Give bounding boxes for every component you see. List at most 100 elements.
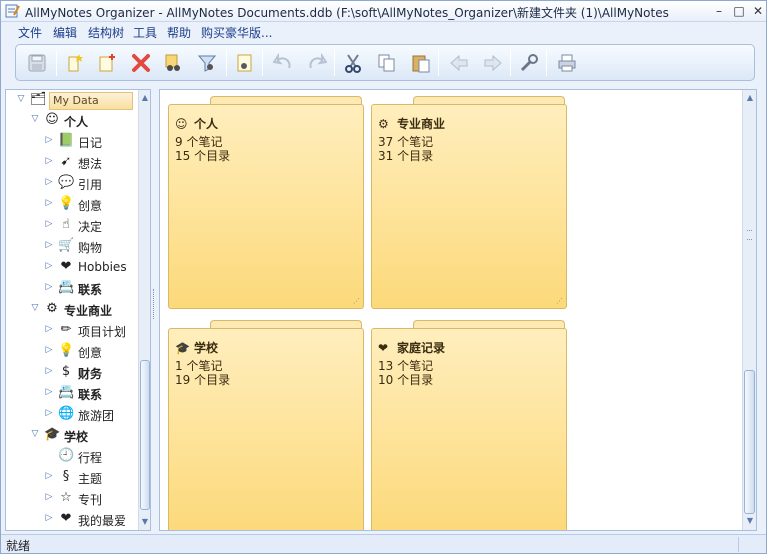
tree-item[interactable]: ▷ ❤ 我的最爱 — [6, 509, 136, 529]
tree-item[interactable]: ▷ ❤ Hobbies — [6, 257, 136, 277]
forward-button[interactable] — [480, 50, 506, 76]
expand-icon[interactable]: ▷ — [44, 471, 54, 481]
expand-icon[interactable]: ▷ — [44, 387, 54, 397]
heart-icon: ❤ — [378, 341, 389, 355]
panel-splitter[interactable] — [152, 89, 158, 531]
tree-item[interactable]: ▷ ➹ 想法 — [6, 152, 136, 172]
tree-item[interactable]: ▽ ☺ 个人 — [6, 110, 136, 130]
print-button[interactable] — [554, 50, 580, 76]
paste-button[interactable] — [408, 50, 434, 76]
folder-body[interactable]: 🎓 学校 1 个笔记 19 个目录 — [168, 328, 364, 530]
tree-item[interactable]: ▷ ☆ 专刊 — [6, 488, 136, 508]
tree-item[interactable]: ▷ 💬 引用 — [6, 173, 136, 193]
menu-edit[interactable]: 编辑 — [53, 24, 77, 41]
expand-icon[interactable]: ▷ — [44, 219, 54, 229]
collapse-icon[interactable]: ▽ — [16, 94, 26, 104]
scroll-down-icon[interactable]: ▼ — [745, 516, 755, 526]
folder-card[interactable]: ☺ 个人 9 个笔记 15 个目录 ⋰ — [168, 96, 364, 309]
menu-help[interactable]: 帮助 — [167, 24, 191, 41]
tree-item[interactable]: ▷ 🌐 旅游团 — [6, 404, 136, 424]
splitter-grip[interactable] — [153, 289, 156, 319]
page-search-button[interactable] — [232, 50, 258, 76]
new-page-button[interactable] — [94, 50, 120, 76]
menu-buy-deluxe[interactable]: 购买豪华版... — [201, 24, 272, 41]
tree-item[interactable]: ▷ 💡 创意 — [6, 194, 136, 214]
toolbar-separator — [56, 50, 57, 76]
filter-button[interactable] — [194, 50, 220, 76]
expand-icon[interactable]: ▷ — [44, 261, 54, 271]
tree-root[interactable]: ▽ 🗂 My Data — [6, 90, 136, 110]
tree-item[interactable]: ▷ ✏ 项目计划 — [6, 320, 136, 340]
tree-item[interactable]: ▷ ☝ 决定 — [6, 215, 136, 235]
scroll-up-icon[interactable]: ▲ — [745, 93, 755, 103]
tree-item[interactable]: ▽ 🎓 学校 — [6, 425, 136, 445]
cut-button[interactable] — [340, 50, 366, 76]
paste-icon — [412, 55, 430, 73]
business-icon: ⚙ — [46, 301, 58, 316]
scroll-down-icon[interactable]: ▼ — [140, 517, 150, 527]
collapse-icon[interactable]: ▽ — [30, 429, 40, 439]
expand-icon[interactable]: ▷ — [44, 345, 54, 355]
back-button[interactable] — [446, 50, 472, 76]
find-button[interactable] — [160, 50, 186, 76]
folder-body[interactable]: ❤ 家庭记录 13 个笔记 10 个目录 — [371, 328, 567, 530]
maximize-button[interactable]: □ — [731, 4, 747, 18]
expand-icon[interactable]: ▷ — [44, 324, 54, 334]
menu-tree[interactable]: 结构树 — [88, 24, 124, 41]
expand-icon[interactable]: ▷ — [44, 135, 54, 145]
tree-item[interactable]: ▽ ⚙ 专业商业 — [6, 299, 136, 319]
expand-icon[interactable]: ▷ — [44, 408, 54, 418]
save-button[interactable] — [24, 50, 50, 76]
content-scrollbar[interactable]: ▲ ▼ — [742, 90, 756, 530]
tree-panel[interactable]: ▽ 🗂 My Data ▽ ☺ 个人 ▷ 📗 日记 ▷ ➹ 想法 ▷ 💬 引用 ▷ 💡 创意 ▷ ☝ 决定 ▷ 🛒 购物… — [5, 89, 151, 531]
redo-button[interactable] — [304, 50, 330, 76]
tree-scrollbar[interactable]: ▲ ▼ — [138, 90, 150, 530]
content-panel: ☺ 个人 9 个笔记 15 个目录 ⋰ ⚙ 专业商业 37 个笔记 31 个目录 ⋰… — [159, 89, 757, 531]
close-button[interactable]: ✕ — [750, 4, 766, 18]
delete-button[interactable] — [128, 50, 154, 76]
find-binoculars-icon — [165, 54, 180, 71]
expand-icon[interactable]: ▷ — [44, 492, 54, 502]
tree-item[interactable]: ▷ 📇 联系 — [6, 383, 136, 403]
folder-body[interactable]: ⚙ 专业商业 37 个笔记 31 个目录 ⋰ — [371, 104, 567, 309]
tree-item[interactable]: 🕘 行程 — [6, 446, 136, 466]
undo-button[interactable] — [270, 50, 296, 76]
minimize-button[interactable]: – — [711, 4, 727, 18]
speech-bubble-icon: 💬 — [58, 175, 75, 190]
expand-icon[interactable]: ▷ — [44, 366, 54, 376]
tree-item[interactable]: ▷ 📇 联系 — [6, 278, 136, 298]
content-scroll-thumb[interactable] — [744, 370, 755, 514]
expand-icon[interactable]: ▷ — [44, 156, 54, 166]
tree-item[interactable]: ▷ 📗 日记 — [6, 131, 136, 151]
tree-root-label[interactable]: My Data — [49, 92, 133, 110]
tools-button[interactable] — [516, 50, 542, 76]
menu-tools[interactable]: 工具 — [133, 24, 157, 41]
tree-item[interactable]: ▷ 🛒 购物 — [6, 236, 136, 256]
tree-item[interactable]: ▷ $ 财务 — [6, 362, 136, 382]
folder-card[interactable]: 🎓 学校 1 个笔记 19 个目录 — [168, 320, 364, 530]
copy-button[interactable] — [374, 50, 400, 76]
tree-scroll-thumb[interactable] — [140, 360, 150, 510]
scroll-up-icon[interactable]: ▲ — [140, 93, 150, 103]
expand-icon[interactable]: ▷ — [44, 513, 54, 523]
expand-icon[interactable]: ▷ — [44, 177, 54, 187]
expand-icon[interactable]: ▷ — [44, 282, 54, 292]
folder-body[interactable]: ☺ 个人 9 个笔记 15 个目录 ⋰ — [168, 104, 364, 309]
shopping-cart-icon: 🛒 — [58, 238, 75, 253]
folder-title: 家庭记录 — [397, 341, 446, 355]
expand-icon[interactable]: ▷ — [44, 240, 54, 250]
tree-item[interactable]: ▷ § 主题 — [6, 467, 136, 487]
folder-card[interactable]: ❤ 家庭记录 13 个笔记 10 个目录 — [371, 320, 567, 530]
collapse-icon[interactable]: ▽ — [30, 303, 40, 313]
expand-icon[interactable]: ▷ — [44, 198, 54, 208]
new-note-button[interactable] — [62, 50, 88, 76]
collapse-icon[interactable]: ▽ — [30, 114, 40, 124]
book-icon: 📗 — [58, 133, 75, 148]
scroll-grip — [747, 230, 752, 240]
folder-card[interactable]: ⚙ 专业商业 37 个笔记 31 个目录 ⋰ — [371, 96, 567, 309]
tree-item-label: 日记 — [78, 136, 103, 150]
menu-file[interactable]: 文件 — [18, 24, 42, 41]
tree-item[interactable]: ▷ 💡 创意 — [6, 341, 136, 361]
tree-item-label: 行程 — [78, 451, 103, 465]
folder-dirs-count: 15 个目录 — [175, 149, 231, 163]
